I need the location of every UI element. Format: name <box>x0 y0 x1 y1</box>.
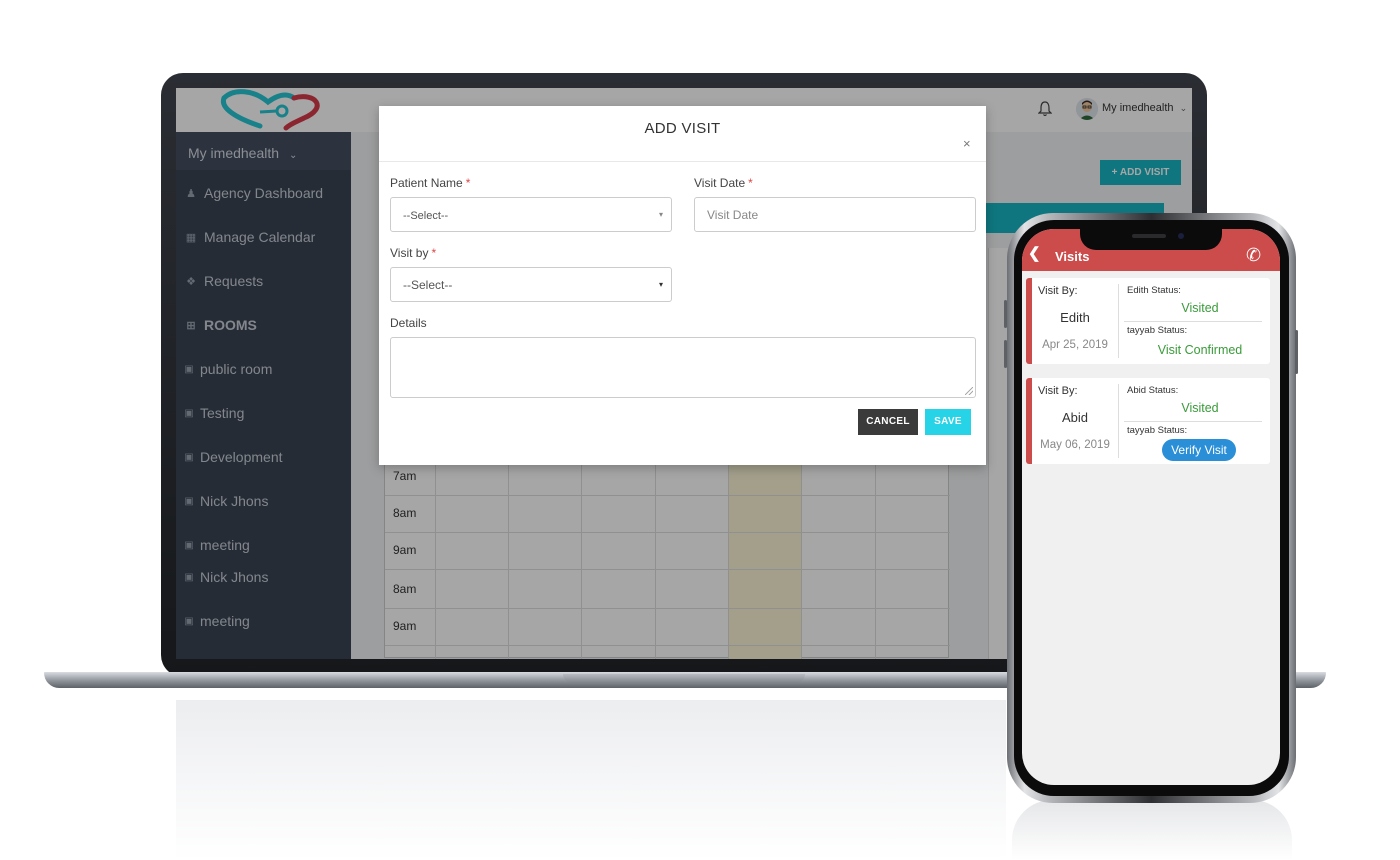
visit-by-label: Visit By: <box>1038 385 1078 397</box>
patient-name-label-text: Patient Name <box>390 176 463 190</box>
modal-divider <box>379 161 986 162</box>
visit-by-label: Visit by * <box>390 246 436 260</box>
verify-visit-button[interactable]: Verify Visit <box>1162 439 1236 461</box>
laptop-reflection <box>176 700 1006 860</box>
phone-call-icon[interactable]: ✆ <box>1246 245 1261 266</box>
details-textarea[interactable] <box>390 337 976 398</box>
visit-date-label: Visit Date * <box>694 176 753 190</box>
visit-by-label: Visit By: <box>1038 285 1078 297</box>
required-mark: * <box>748 176 753 190</box>
status-label: tayyab Status: <box>1127 325 1188 336</box>
status-divider <box>1124 321 1262 322</box>
visitor-name: Edith <box>1060 310 1090 325</box>
cancel-button[interactable]: CANCEL <box>858 409 918 435</box>
status-value: Visited <box>1181 301 1219 315</box>
visit-by-select[interactable]: --Select-- ▾ <box>390 267 672 302</box>
back-arrow-icon[interactable]: ❮ <box>1028 244 1041 262</box>
modal-title: ADD VISIT <box>644 120 721 137</box>
laptop-hinge-notch <box>563 674 805 683</box>
phone-volume-button <box>1004 300 1007 328</box>
visitor-name: Abid <box>1061 410 1089 425</box>
save-button[interactable]: SAVE <box>925 409 971 435</box>
visit-by-value: --Select-- <box>403 278 453 292</box>
phone-page-title: Visits <box>1055 249 1090 264</box>
required-mark: * <box>431 246 437 260</box>
required-mark: * <box>465 176 471 190</box>
add-visit-modal: ADD VISIT × Patient Name * --Select-- ▾ V… <box>379 106 986 465</box>
close-icon[interactable]: × <box>963 136 971 151</box>
patient-name-select[interactable]: --Select-- ▾ <box>390 197 672 232</box>
caret-down-icon: ▾ <box>658 280 663 289</box>
visit-date-input[interactable]: Visit Date <box>694 197 976 232</box>
details-label: Details <box>390 316 427 330</box>
visit-card[interactable]: Visit By: Abid May 06, 2019 Abid Status:… <box>1026 378 1270 464</box>
visit-date-label-text: Visit Date <box>694 176 746 190</box>
status-label: tayyab Status: <box>1127 425 1188 436</box>
visit-card[interactable]: Visit By: Edith Apr 25, 2019 Edith Statu… <box>1026 278 1270 364</box>
card-divider <box>1118 384 1119 458</box>
status-label: Edith Status: <box>1127 285 1181 296</box>
card-divider <box>1118 284 1119 358</box>
phone-screen: ❮ Visits ✆ Visit By: Edith Apr 25, 2019 … <box>1022 229 1280 785</box>
phone-power-button <box>1295 330 1298 374</box>
status-value: Visit Confirmed <box>1157 343 1243 357</box>
status-label: Abid Status: <box>1127 385 1179 396</box>
speaker-grille <box>1132 234 1166 238</box>
visit-date-placeholder: Visit Date <box>707 208 759 222</box>
phone-notch <box>1080 229 1222 250</box>
phone-volume-button <box>1004 340 1007 368</box>
visit-date: May 06, 2019 <box>1040 439 1110 451</box>
status-value: Visited <box>1181 401 1219 415</box>
front-camera <box>1178 233 1184 239</box>
patient-name-value: --Select-- <box>403 210 449 222</box>
phone-reflection <box>1012 800 1292 860</box>
patient-name-label: Patient Name * <box>390 176 470 190</box>
status-divider <box>1124 421 1262 422</box>
visit-date: Apr 25, 2019 <box>1042 339 1108 351</box>
resize-grip-icon[interactable] <box>965 387 973 395</box>
caret-down-icon: ▾ <box>658 210 663 219</box>
visit-by-label-text: Visit by <box>390 246 429 260</box>
